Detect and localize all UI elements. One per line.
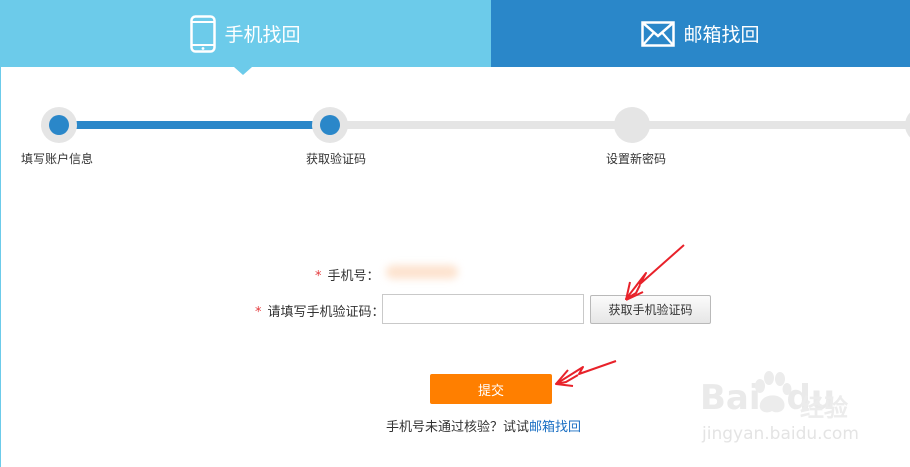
annotation-arrow-submit-head (555, 369, 574, 387)
phone-icon (190, 14, 217, 53)
watermark-brand-cn: 经验 (800, 394, 848, 422)
tab-phone-recovery[interactable]: 手机找回 (0, 0, 491, 75)
required-mark: * (315, 269, 322, 284)
verification-code-input[interactable] (382, 294, 584, 324)
watermark-url: jingyan.baidu.com (702, 424, 859, 444)
submit-button[interactable]: 提交 (430, 374, 552, 404)
progress-steps: 填写账户信息 获取验证码 设置新密码 (0, 100, 910, 170)
step-label-new-password: 设置新密码 (606, 152, 667, 166)
recovery-tabs: 手机找回 邮箱找回 (0, 0, 910, 75)
alternate-recovery-hint: 手机号未通过核验？试试邮箱找回 (386, 416, 581, 435)
step-node-2 (312, 107, 348, 143)
tab-phone-label: 手机找回 (224, 24, 301, 46)
tab-email-recovery[interactable]: 邮箱找回 (491, 0, 910, 67)
code-row: * 请填写手机验证码： (255, 301, 385, 320)
required-mark: * (255, 305, 262, 320)
step-node-3 (614, 107, 650, 143)
tab-email-label: 邮箱找回 (683, 24, 760, 46)
email-recovery-link[interactable]: 邮箱找回 (529, 420, 581, 435)
get-code-button[interactable]: 获取手机验证码 (590, 295, 711, 324)
step-node-4 (905, 107, 910, 143)
active-tab-caret (234, 67, 252, 75)
progress-fill (58, 121, 330, 129)
step-node-1 (41, 107, 77, 143)
phone-row: * 手机号： (315, 265, 380, 284)
baidu-watermark: Bai du 经验 jingyan.baidu.com (700, 370, 900, 460)
step-label-account-info: 填写账户信息 (21, 152, 94, 166)
hint-text: 手机号未通过核验？试试 (386, 420, 530, 435)
annotation-arrow-submit (555, 360, 617, 385)
mail-icon (641, 20, 676, 47)
annotation-arrow-code (625, 244, 685, 300)
phone-label: 手机号： (327, 269, 380, 284)
phone-number-blurred (386, 265, 458, 279)
code-label: 请填写手机验证码： (267, 305, 385, 320)
step-label-get-code: 获取验证码 (306, 152, 367, 166)
paw-icon (752, 370, 792, 422)
